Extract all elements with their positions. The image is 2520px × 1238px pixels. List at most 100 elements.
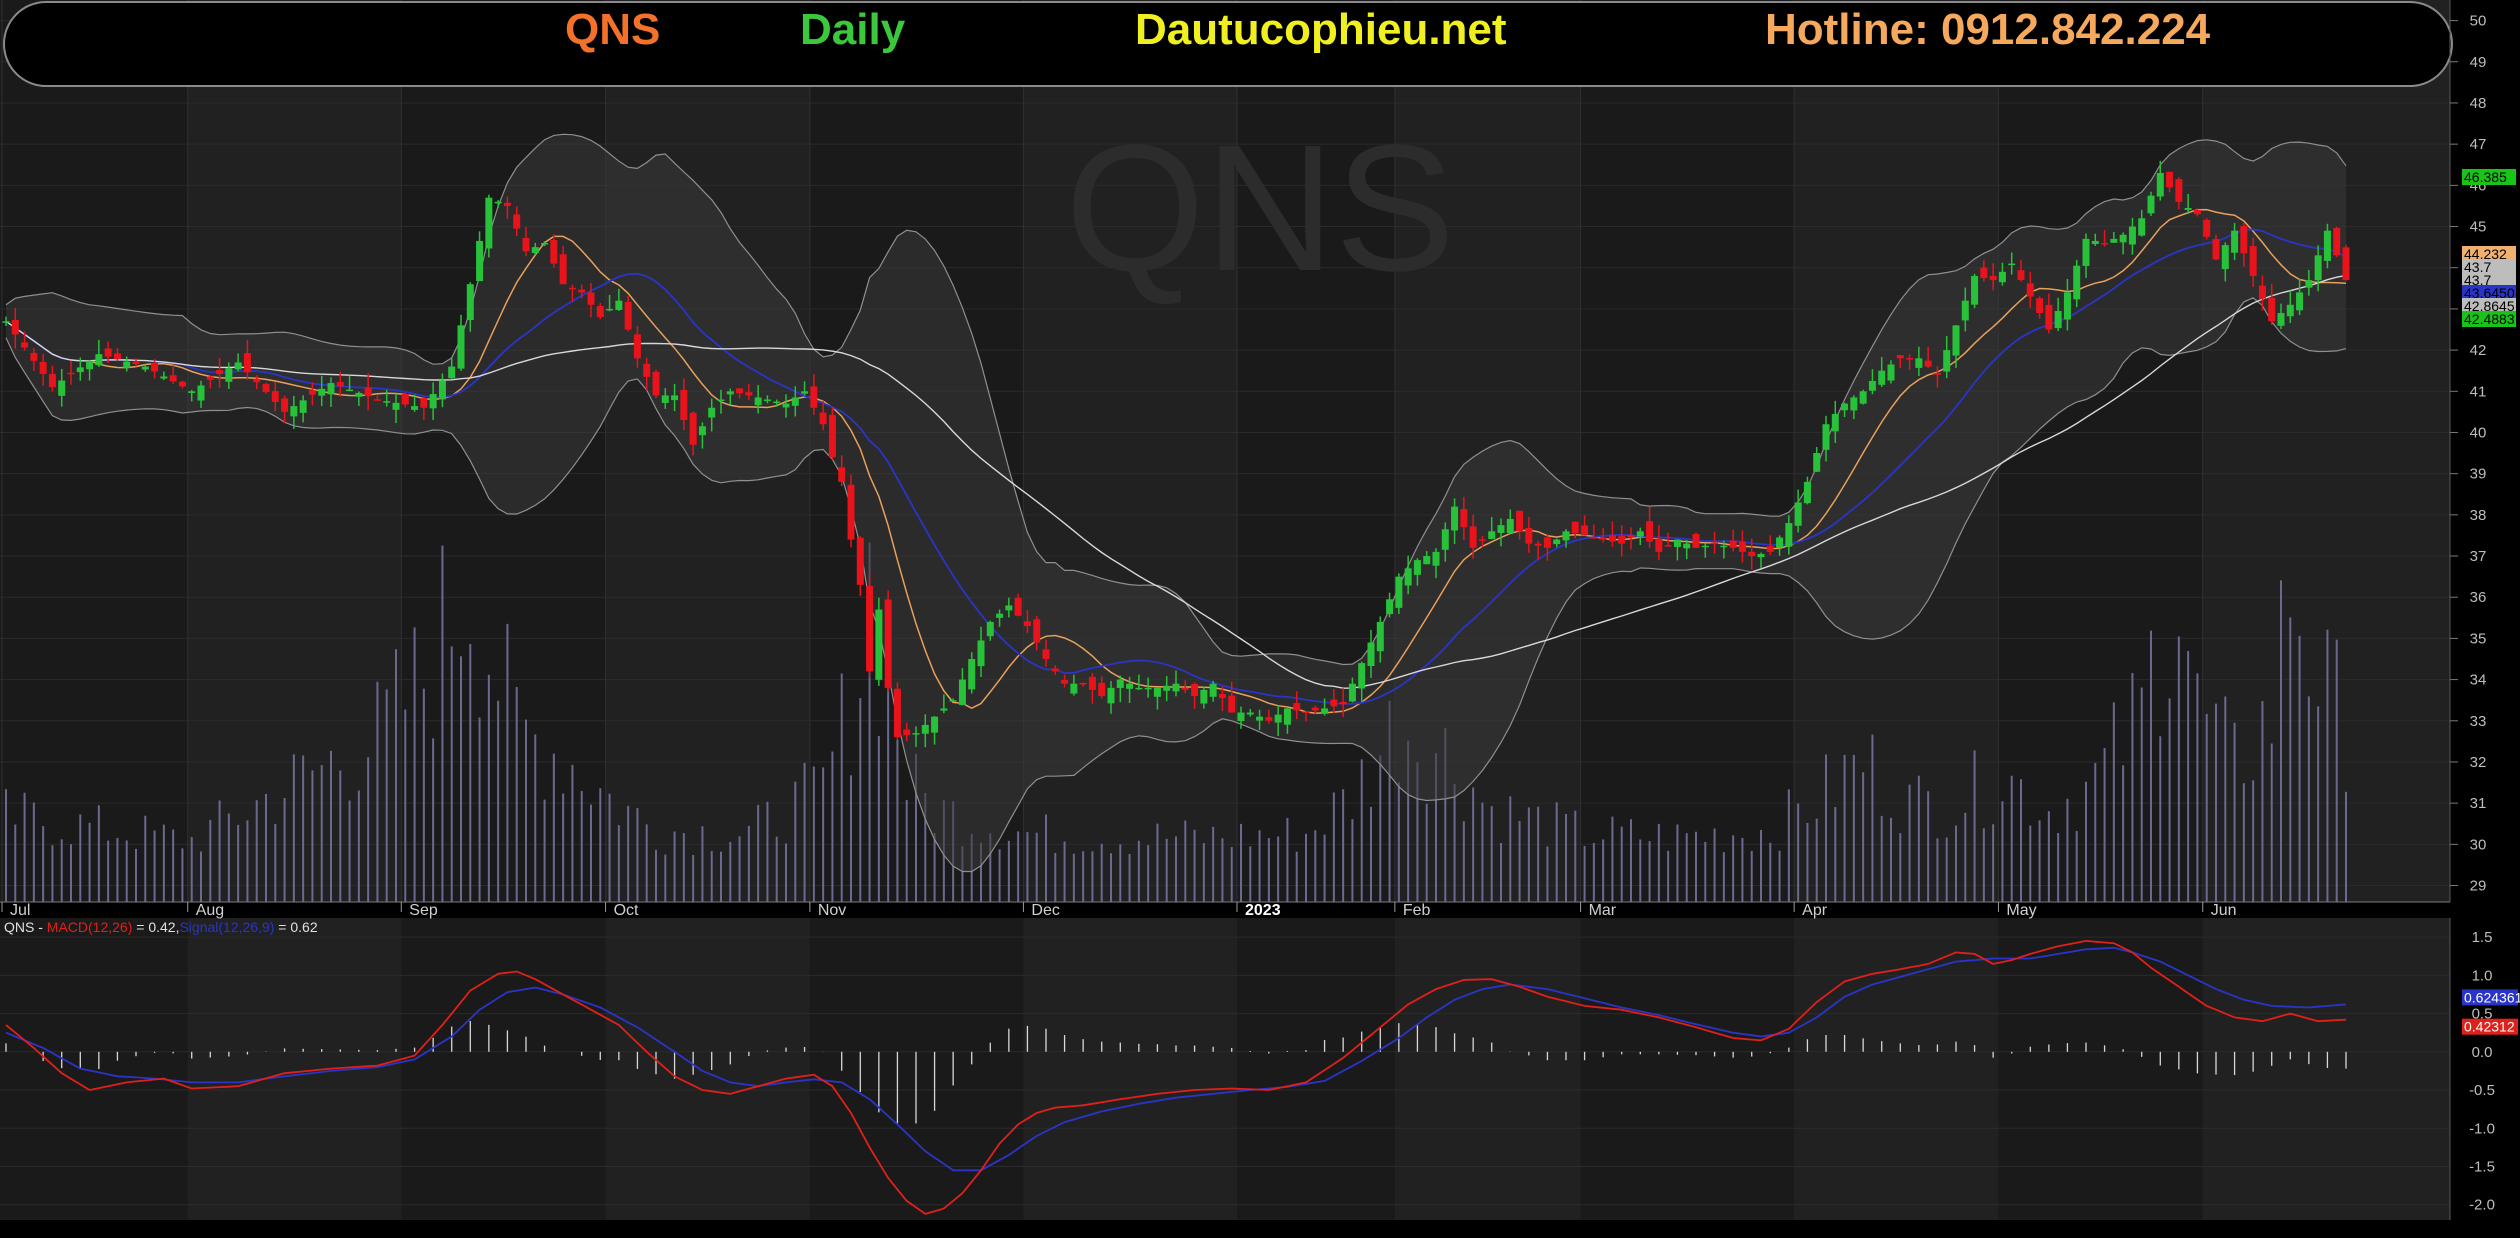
candle-body — [1599, 537, 1607, 540]
candle-body — [1079, 682, 1087, 685]
candle-body — [1293, 703, 1301, 711]
candle-body — [1181, 687, 1189, 690]
candle-body — [1023, 621, 1031, 627]
candle-body — [299, 400, 307, 413]
candle-body — [1386, 599, 1394, 615]
candle-body — [1915, 358, 1923, 368]
candle-body — [615, 300, 623, 310]
candle-body — [2212, 239, 2220, 260]
macd-value-tag-label: 0.42312 — [2464, 1019, 2515, 1035]
candle-body — [1237, 712, 1245, 722]
candle-body — [411, 406, 419, 410]
price-value-tag-label: 46.385 — [2464, 169, 2507, 185]
candle-body — [1701, 545, 1709, 548]
month-band — [1023, 918, 1237, 1220]
candle-body — [2119, 234, 2127, 243]
price-tick-label: 41 — [2470, 383, 2487, 400]
candle-body — [2045, 304, 2053, 330]
candle-body — [494, 201, 502, 204]
month-band — [1794, 918, 1999, 1220]
candle-body — [1506, 518, 1514, 533]
candle-body — [1924, 360, 1932, 367]
price-tick-label: 36 — [2470, 589, 2487, 606]
month-label: Nov — [818, 902, 846, 919]
macd-tick-label: 1.0 — [2472, 967, 2493, 984]
candle-body — [1274, 714, 1282, 723]
candle-body — [2138, 218, 2146, 236]
candle-body — [58, 380, 66, 396]
candle-body — [290, 406, 298, 417]
candle-body — [1088, 676, 1096, 690]
candle-body — [1005, 605, 1013, 611]
candle-body — [689, 412, 697, 445]
candle-body — [1200, 689, 1208, 704]
candle-body — [21, 342, 29, 348]
candle-body — [1348, 683, 1356, 702]
candle-body — [2128, 226, 2136, 245]
macd-tick-label: -0.5 — [2469, 1082, 2495, 1099]
candle-body — [2203, 219, 2211, 237]
candle-body — [1451, 506, 1459, 531]
candle-body — [884, 599, 892, 688]
candle-body — [2314, 255, 2322, 281]
candle-body — [1720, 545, 1728, 548]
watermark-symbol: QNS — [1065, 108, 1455, 309]
candle-body — [1813, 453, 1821, 472]
price-tick-label: 50 — [2470, 13, 2487, 30]
candle-body — [1172, 683, 1180, 692]
candle-body — [438, 380, 446, 400]
candle-body — [132, 361, 140, 365]
candle-body — [86, 360, 94, 370]
price-tick-label: 48 — [2470, 95, 2487, 112]
candle-body — [466, 284, 474, 321]
candle-body — [1831, 413, 1839, 432]
candle-body — [1868, 380, 1876, 391]
candle-body — [1311, 707, 1319, 711]
candle-body — [1757, 553, 1765, 558]
month-band — [2202, 918, 2450, 1220]
qns-daily-chart: QNS QNS Daily Dautucophieu.net Hotline: … — [0, 0, 2520, 1238]
candle-body — [2221, 245, 2229, 270]
month-band — [187, 918, 402, 1220]
candle-body — [949, 700, 957, 702]
candle-body — [2017, 270, 2025, 281]
month-band — [605, 918, 810, 1220]
candle-body — [643, 363, 651, 377]
candle-body — [1896, 355, 1904, 359]
candle-body — [921, 724, 929, 734]
candle-body — [206, 376, 214, 380]
candle-body — [1803, 481, 1811, 504]
candle-body — [736, 388, 744, 394]
price-tick-label: 34 — [2470, 672, 2487, 689]
candle-body — [1961, 300, 1969, 321]
candle-body — [1998, 271, 2006, 283]
candle-body — [123, 361, 131, 368]
candle-body — [2240, 225, 2248, 254]
candle-body — [866, 586, 874, 672]
candle-body — [1553, 539, 1561, 545]
candle-body — [2101, 242, 2109, 245]
price-tick-label: 47 — [2470, 136, 2487, 153]
candle-body — [308, 390, 316, 395]
candle-body — [1618, 535, 1626, 544]
candle-body — [1887, 364, 1895, 381]
candle-body — [2323, 230, 2331, 261]
candle-body — [1265, 717, 1273, 721]
candle-body — [1525, 527, 1533, 544]
candle-body — [1321, 708, 1329, 714]
candle-body — [76, 367, 84, 373]
header-hotline: Hotline: 0912.842.224 — [1765, 5, 2211, 54]
candle-body — [373, 399, 381, 401]
macd-tick-label: -1.0 — [2469, 1120, 2495, 1137]
candle-body — [1283, 708, 1291, 725]
candle-body — [606, 308, 614, 311]
month-band — [1394, 918, 1581, 1220]
candle-body — [1478, 539, 1486, 541]
candle-body — [1246, 712, 1254, 715]
candle-body — [578, 289, 586, 293]
candle-body — [596, 306, 604, 318]
macd-tick-label: -2.0 — [2469, 1197, 2495, 1214]
price-tick-label: 35 — [2470, 630, 2487, 647]
candle-body — [1534, 543, 1542, 546]
candle-body — [429, 394, 437, 409]
